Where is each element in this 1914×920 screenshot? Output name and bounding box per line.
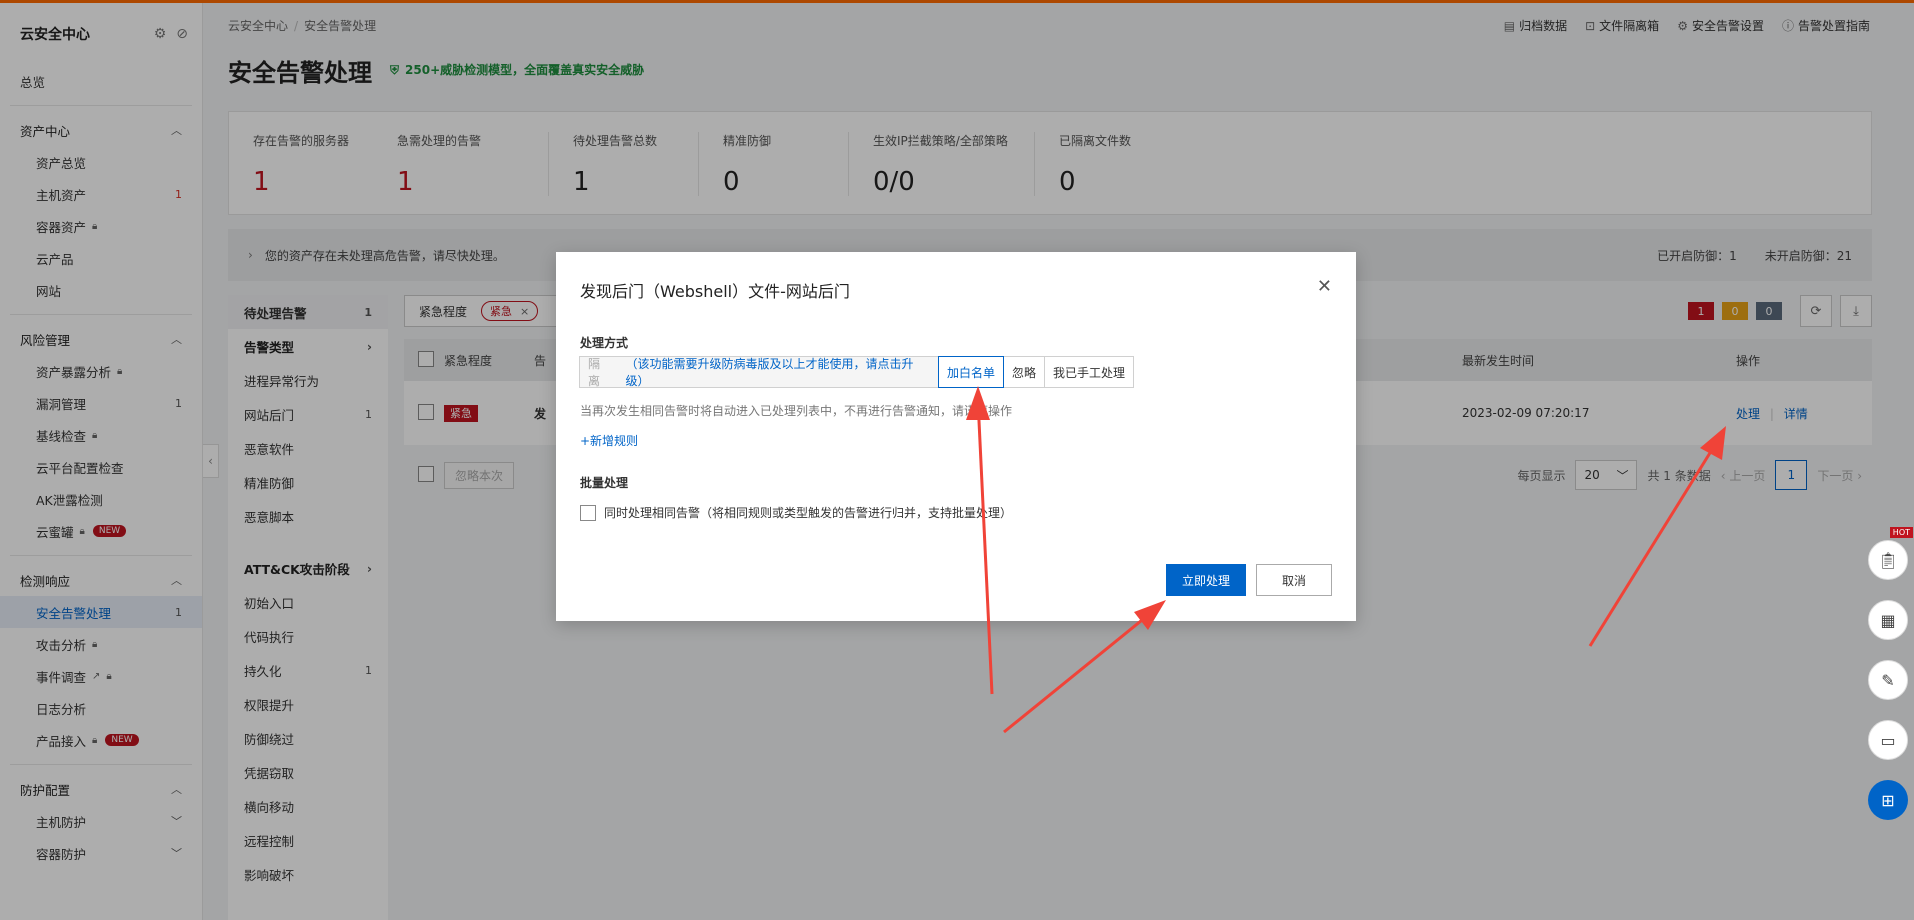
option-manual[interactable]: 我已手工处理 [1044,356,1135,388]
help-text: 当再次发生相同告警时将自动进入已处理列表中，不再进行告警通知，请谨慎操作 [580,404,1013,418]
upgrade-link[interactable]: （该功能需要升级防病毒版及以上才能使用，请点击升级） [625,355,930,389]
confirm-button[interactable]: 立即处理 [1166,564,1246,596]
option-ignore[interactable]: 忽略 [1003,356,1046,388]
handle-alert-dialog: 发现后门（Webshell）文件-网站后门 ✕ 处理方式 隔离 （该功能需要升级防… [556,252,1356,621]
option-whitelist[interactable]: 加白名单 [938,356,1005,388]
apps-icon[interactable]: ⊞ [1868,780,1908,820]
book-icon[interactable]: ▦ [1868,600,1908,640]
hot-badge: HOT [1889,527,1913,538]
cancel-button[interactable]: 取消 [1256,564,1332,596]
method-segmented: 隔离 （该功能需要升级防病毒版及以上才能使用，请点击升级） 加白名单 忽略 我已手… [579,356,1135,388]
batch-option[interactable]: 同时处理相同告警（将相同规则或类型触发的告警进行归并，支持批量处理） [580,504,1012,521]
batch-checkbox[interactable] [580,504,596,521]
option-isolate[interactable]: 隔离 （该功能需要升级防病毒版及以上才能使用，请点击升级） [579,356,939,388]
clipboard-icon[interactable]: 📋︎ HOT [1868,527,1913,580]
edit-icon[interactable]: ✎ [1868,660,1908,700]
method-label: 处理方式 [580,336,629,350]
close-icon[interactable]: ✕ [1317,276,1332,297]
batch-label: 批量处理 [580,476,629,490]
chat-icon[interactable]: ▭ [1868,720,1908,760]
dialog-title: 发现后门（Webshell）文件-网站后门 [580,282,850,301]
floating-toolbar: 📋︎ HOT ▦ ✎ ▭ ⊞ [1862,527,1914,840]
add-rule-link[interactable]: +新增规则 [580,432,638,449]
